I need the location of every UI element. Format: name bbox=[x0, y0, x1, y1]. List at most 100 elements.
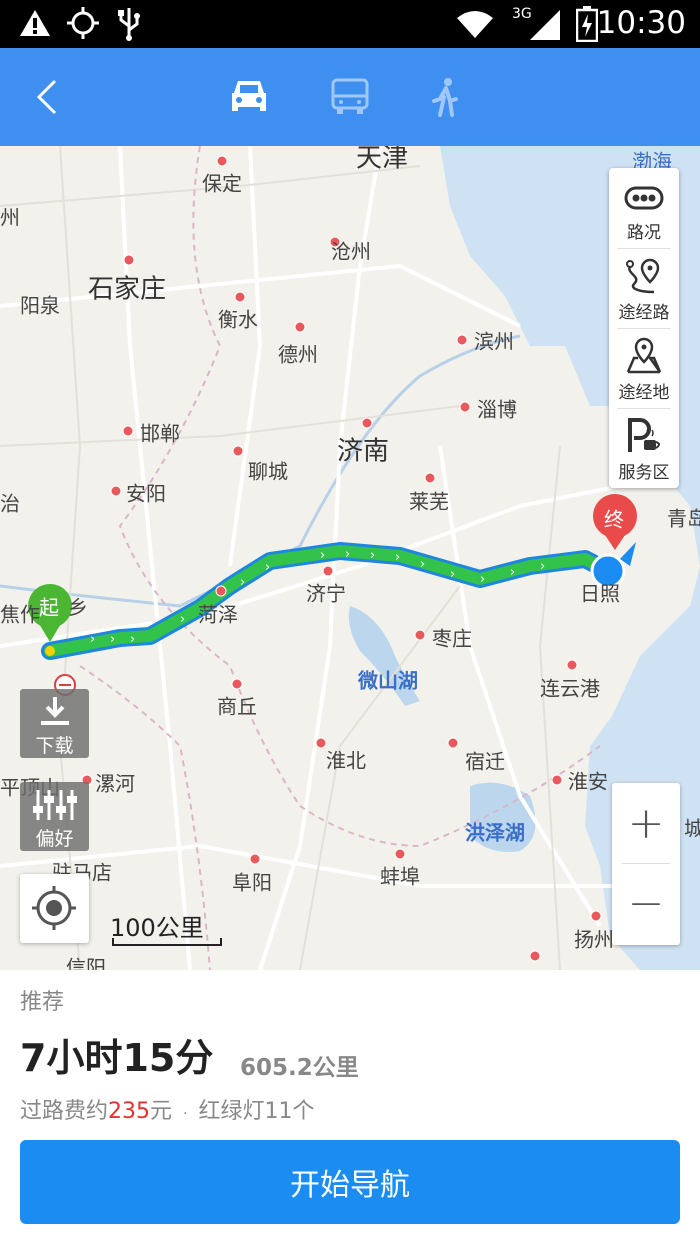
locate-button[interactable] bbox=[20, 874, 89, 943]
city-label: 菏泽 bbox=[198, 602, 238, 627]
city-dot bbox=[234, 291, 246, 303]
toll-amount: 235 bbox=[108, 1099, 151, 1124]
city-label: 微山湖 bbox=[358, 668, 418, 693]
download-icon bbox=[41, 697, 69, 725]
city-label: 乡 bbox=[68, 595, 88, 620]
back-button[interactable] bbox=[22, 72, 74, 122]
city-label: 天津 bbox=[356, 146, 409, 174]
city-dot bbox=[394, 848, 406, 860]
city-label: 商丘 bbox=[217, 694, 257, 719]
svg-text:›: › bbox=[450, 567, 455, 582]
city-dot bbox=[216, 155, 228, 167]
top-toolbar bbox=[0, 48, 700, 146]
city-dot bbox=[529, 950, 541, 962]
city-dot bbox=[215, 585, 227, 597]
svg-text:›: › bbox=[370, 548, 375, 563]
city-label: 扬州 bbox=[574, 927, 614, 952]
tab-bus[interactable] bbox=[324, 72, 376, 122]
city-label: 德州 bbox=[278, 342, 318, 367]
city-label: 青岛 bbox=[667, 506, 700, 531]
car-icon bbox=[232, 81, 266, 111]
city-dot bbox=[122, 425, 134, 437]
city-label: 保定 bbox=[202, 171, 242, 196]
service-area-button[interactable]: 服务区 bbox=[609, 408, 679, 488]
walk-icon bbox=[432, 78, 458, 117]
city-dot bbox=[414, 629, 426, 641]
city-label: 莱芜 bbox=[409, 489, 449, 514]
zoom-out-button[interactable]: − bbox=[612, 863, 680, 943]
city-label: 漯河 bbox=[95, 771, 135, 796]
svg-text:›: › bbox=[110, 632, 115, 647]
zoom-in-button[interactable]: + bbox=[612, 783, 680, 863]
toll-suffix: 元 bbox=[150, 1099, 173, 1124]
route-duration: 7小时15分 bbox=[20, 1036, 214, 1080]
city-label: 阳泉 bbox=[20, 293, 60, 318]
via-road-button[interactable]: 途经路 bbox=[609, 248, 679, 328]
svg-text:›: › bbox=[510, 565, 515, 580]
city-dot bbox=[447, 737, 459, 749]
wifi-icon bbox=[457, 11, 493, 38]
via-road-label: 途经路 bbox=[618, 303, 670, 323]
map-view[interactable]: › › › › › › › › › › › › › › › 起 终 天津 保定 … bbox=[0, 146, 700, 970]
info-separator: · bbox=[183, 1106, 188, 1122]
route-via-icon bbox=[626, 258, 660, 294]
city-label: 日照 bbox=[580, 581, 620, 606]
city-label: 州 bbox=[0, 205, 20, 230]
city-dot bbox=[123, 254, 135, 266]
city-label: 安阳 bbox=[126, 481, 166, 506]
city-label: 聊城 bbox=[248, 459, 288, 484]
start-navigation-button[interactable]: 开始导航 bbox=[20, 1140, 680, 1224]
map-tools-panel: 路况 途经路 途经地 服务区 bbox=[609, 168, 679, 488]
city-dot bbox=[110, 485, 122, 497]
route-distance: 605.2公里 bbox=[240, 1055, 359, 1081]
svg-text:›: › bbox=[265, 560, 270, 575]
city-dot bbox=[315, 737, 327, 749]
preference-label: 偏好 bbox=[35, 828, 74, 850]
city-label: 焦作 bbox=[0, 602, 40, 627]
tab-car[interactable] bbox=[223, 72, 275, 122]
zoom-control: + − bbox=[612, 783, 680, 945]
city-dot bbox=[294, 321, 306, 333]
city-label: 洪泽湖 bbox=[465, 820, 525, 845]
city-label: 淮北 bbox=[326, 748, 366, 773]
city-dot bbox=[590, 910, 602, 922]
city-dot bbox=[232, 445, 244, 457]
download-button[interactable]: 下载 bbox=[20, 689, 89, 758]
city-dot bbox=[566, 659, 578, 671]
network-label: 3G bbox=[512, 6, 532, 22]
tab-walk[interactable] bbox=[420, 72, 472, 122]
locate-icon bbox=[32, 886, 76, 930]
start-marker-label: 起 bbox=[39, 595, 59, 620]
svg-text:›: › bbox=[345, 547, 350, 562]
via-place-button[interactable]: 途经地 bbox=[609, 328, 679, 408]
status-bar: 3G 10:30 bbox=[0, 0, 700, 48]
svg-text:›: › bbox=[480, 572, 485, 587]
svg-text:›: › bbox=[320, 548, 325, 563]
city-label: 济宁 bbox=[306, 581, 346, 606]
city-label: 石家庄 bbox=[88, 274, 167, 305]
bus-icon bbox=[331, 78, 369, 114]
city-dot bbox=[459, 401, 471, 413]
battery-charging-icon bbox=[576, 6, 598, 42]
back-icon bbox=[36, 79, 57, 115]
gps-icon bbox=[67, 7, 99, 39]
svg-text:›: › bbox=[130, 632, 135, 647]
svg-text:›: › bbox=[540, 559, 545, 574]
service-area-icon bbox=[628, 418, 660, 452]
traffic-icon bbox=[624, 186, 664, 210]
preference-button[interactable]: 偏好 bbox=[20, 782, 89, 851]
city-dot bbox=[231, 678, 243, 690]
city-label: 沧州 bbox=[331, 239, 371, 264]
city-label: 治 bbox=[0, 491, 20, 516]
city-dot bbox=[551, 774, 563, 786]
traffic-label: 路况 bbox=[627, 223, 661, 243]
waypoint-icon bbox=[626, 337, 662, 374]
equalizer-icon bbox=[33, 790, 77, 820]
city-label: 淮安 bbox=[568, 769, 608, 794]
usb-icon bbox=[118, 8, 140, 41]
svg-text:›: › bbox=[420, 557, 425, 572]
traffic-button[interactable]: 路况 bbox=[609, 168, 679, 248]
via-place-label: 途经地 bbox=[618, 383, 670, 403]
download-label: 下载 bbox=[35, 735, 74, 757]
svg-text:›: › bbox=[90, 632, 95, 647]
